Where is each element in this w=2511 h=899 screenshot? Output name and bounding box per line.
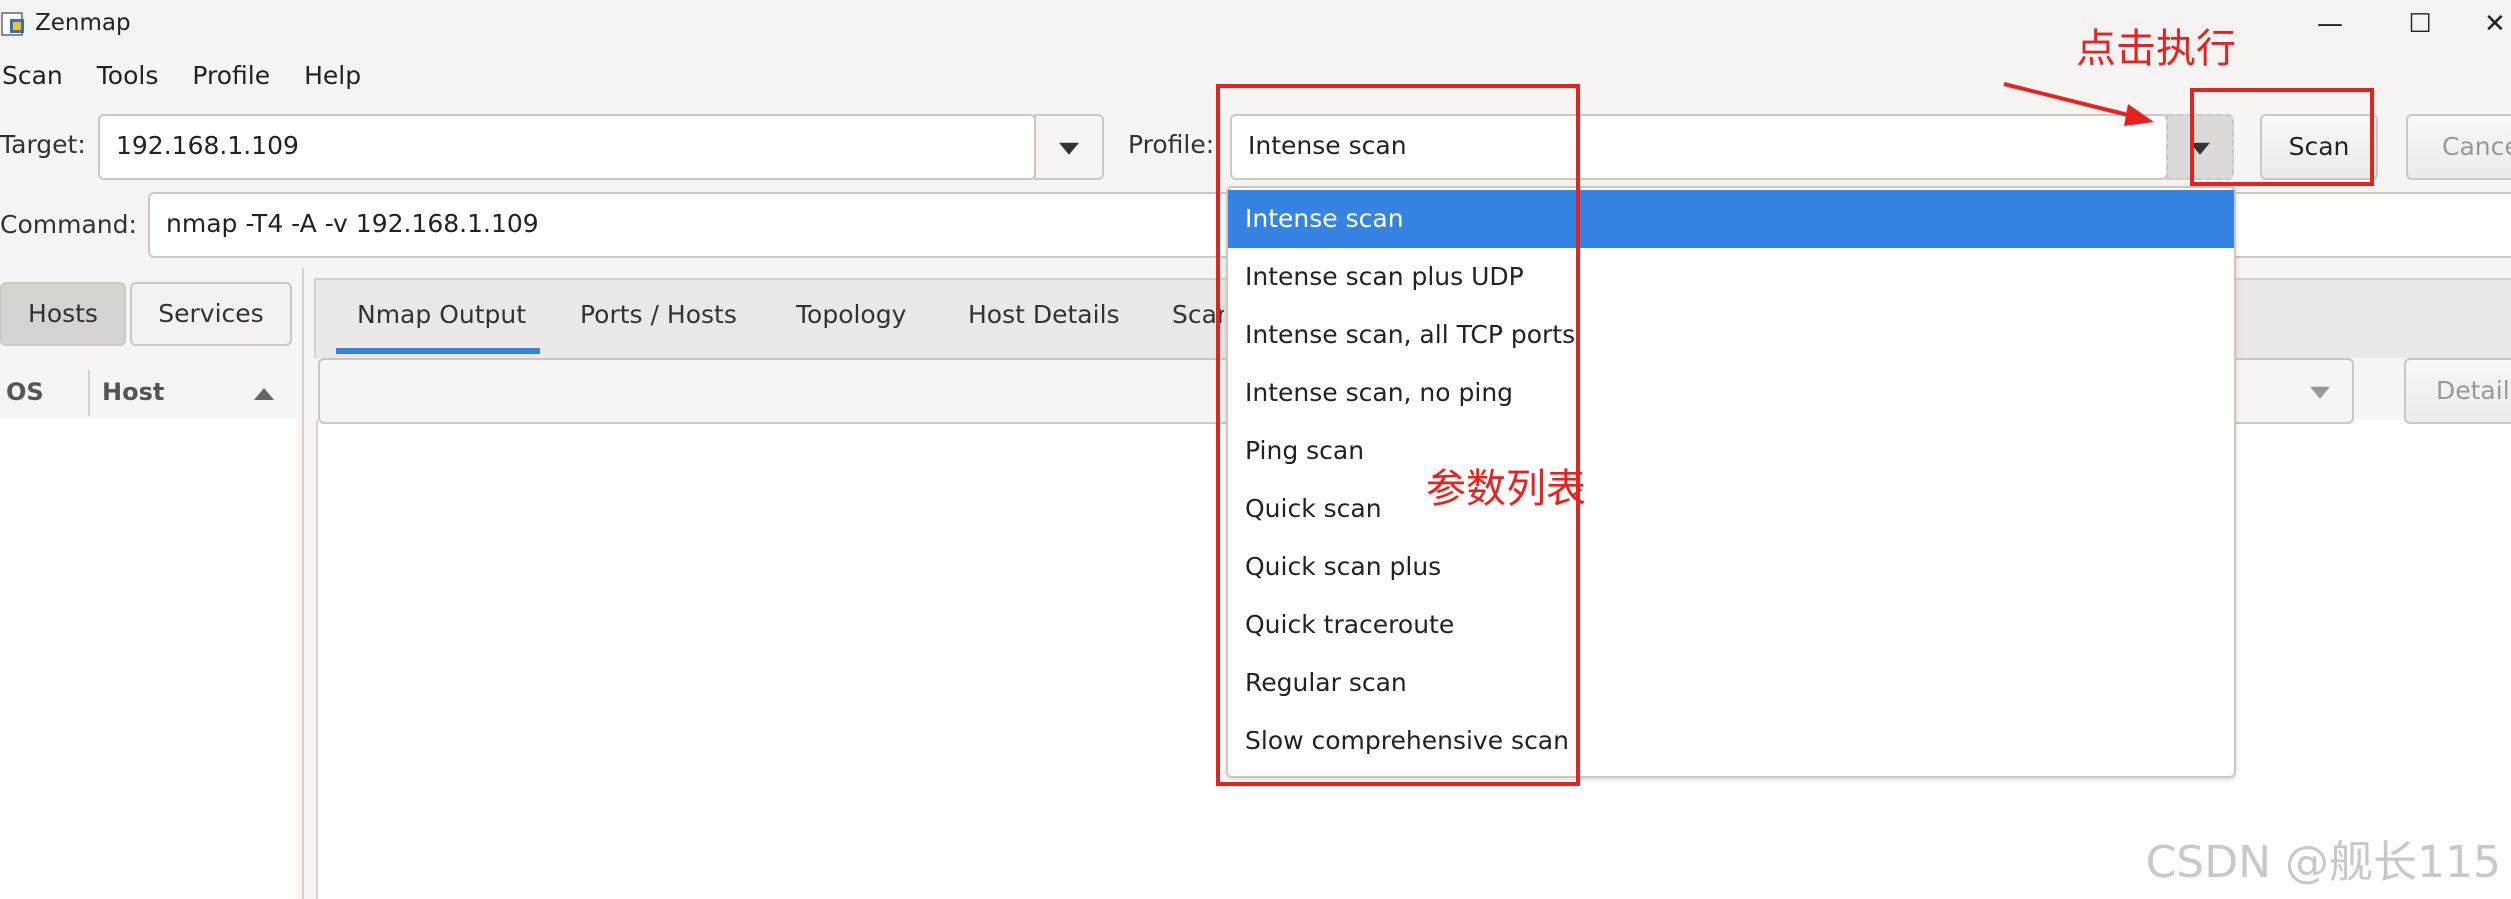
chevron-down-icon [2310,386,2330,399]
csdn-watermark: CSDN @舰长115 [2145,837,2501,888]
command-label: Command: [0,210,137,239]
sort-ascending-icon [254,388,274,400]
os-column-header[interactable]: OS [6,378,44,406]
annotation-box-scan-button [2190,88,2374,186]
hosts-tab[interactable]: Hosts [0,282,126,346]
annotation-param-list: 参数列表 [1426,466,1586,512]
annotation-arrow-icon [2003,82,2154,126]
close-button[interactable]: ✕ [2484,6,2511,42]
minimize-button[interactable]: — [2310,6,2350,42]
details-button[interactable]: Details [2404,358,2511,424]
cancel-button[interactable]: Cance [2406,114,2511,180]
host-list[interactable] [0,418,296,899]
target-input[interactable]: 192.168.1.109 [98,114,1036,180]
tab-ports-hosts[interactable]: Ports / Hosts [580,300,737,329]
menu-help[interactable]: Help [302,56,361,96]
menu-scan[interactable]: Scan [0,56,63,96]
window-title: Zenmap [35,10,131,36]
pane-divider[interactable] [302,268,304,899]
host-column-header[interactable]: Host [102,378,164,406]
menu-profile[interactable]: Profile [190,56,270,96]
tab-host-details[interactable]: Host Details [968,300,1120,329]
active-tab-indicator [336,348,540,354]
tab-topology[interactable]: Topology [796,300,906,329]
tab-nmap-output[interactable]: Nmap Output [357,300,526,329]
profile-label: Profile: [1128,130,1215,159]
column-divider [88,370,90,416]
target-label: Target: [0,130,86,159]
maximize-button[interactable]: ☐ [2400,6,2440,42]
annotation-box-param-list [1216,84,1580,786]
chevron-down-icon [1059,142,1079,155]
annotation-click-execute: 点击执行 [2076,26,2236,72]
menu-bar: Scan Tools Profile Help [0,56,393,96]
target-history-dropdown-button[interactable] [1034,114,1104,180]
services-tab[interactable]: Services [130,282,292,346]
menu-tools[interactable]: Tools [95,56,159,96]
zenmap-app-icon [1,12,24,36]
